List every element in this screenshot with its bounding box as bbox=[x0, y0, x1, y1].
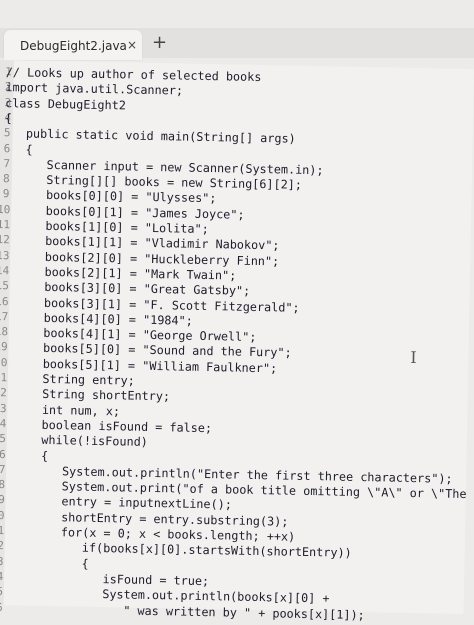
tab-title: DebugEight2.java bbox=[20, 39, 127, 53]
code-text: { bbox=[4, 141, 33, 157]
new-tab-button[interactable]: + bbox=[152, 32, 167, 53]
code-editor[interactable]: 1// Looks up author of selected books 2 im… bbox=[0, 60, 474, 622]
code-text: { bbox=[4, 110, 13, 126]
close-icon[interactable]: × bbox=[127, 38, 137, 52]
code-text: { bbox=[0, 447, 49, 463]
text-cursor-icon: I bbox=[410, 347, 417, 368]
tab-debugeight2[interactable]: DebugEight2.java × bbox=[4, 30, 142, 60]
